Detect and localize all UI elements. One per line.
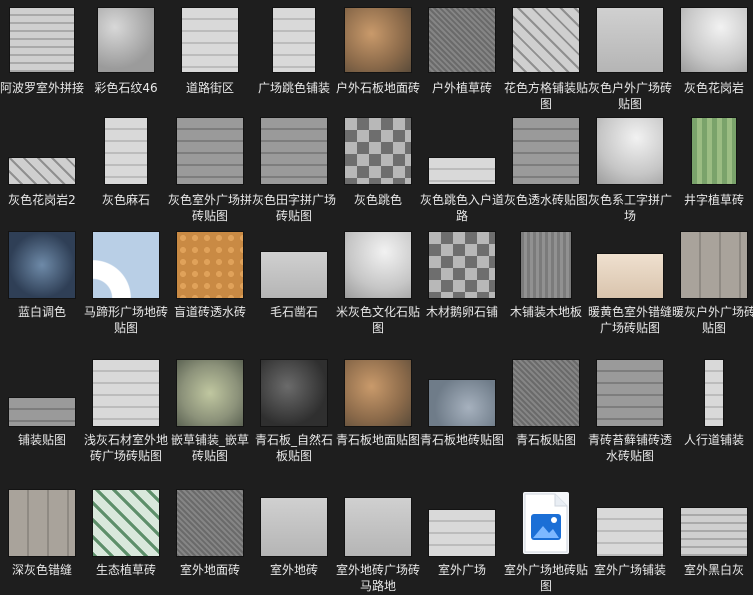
file-label: 灰色花岗岩 (683, 81, 744, 95)
file-label: 生态植草砖 (95, 563, 156, 577)
texture-thumbnail-icon (9, 232, 75, 298)
file-label: 户外植草砖 (431, 81, 492, 95)
file-label: 灰色户外广场砖贴图 (588, 81, 673, 111)
file-label: 嵌草铺装_嵌草砖贴图 (170, 433, 249, 463)
file-label: 蓝白调色 (17, 305, 66, 319)
texture-thumbnail-icon (345, 8, 411, 72)
file-label: 室外广场 (437, 563, 486, 577)
texture-thumbnail-icon (597, 8, 663, 72)
texture-thumbnail-icon (273, 8, 315, 72)
texture-thumbnail-icon (261, 118, 327, 184)
file-label: 马蹄形广场地砖贴图 (84, 305, 169, 335)
file-label: 室外地砖 (269, 563, 318, 577)
texture-thumbnail-icon (513, 8, 579, 72)
texture-thumbnail-icon (345, 118, 411, 184)
file-label: 青石板_自然石板贴图 (254, 433, 333, 463)
texture-thumbnail-icon (93, 232, 159, 298)
texture-thumbnail-icon (177, 118, 243, 184)
texture-thumbnail-icon (177, 490, 243, 556)
image-file-icon (523, 492, 569, 554)
texture-thumbnail-icon (681, 232, 747, 298)
file-label: 井字植草砖 (683, 193, 744, 207)
file-label: 浅灰石材室外地砖广场砖贴图 (84, 433, 169, 463)
file-grid: 阿波罗室外拼接 彩色石纹46 道路街区 广场跳色铺装 户外石板地面砖 户外植草砖… (0, 0, 753, 595)
texture-thumbnail-icon (93, 490, 159, 556)
texture-thumbnail-icon (597, 360, 663, 426)
texture-thumbnail-icon (9, 490, 75, 556)
file-label: 米灰色文化石贴图 (336, 305, 421, 335)
file-label: 铺装贴图 (17, 433, 66, 447)
texture-thumbnail-icon (98, 8, 154, 72)
file-label: 人行道铺装 (683, 433, 744, 447)
texture-thumbnail-icon (597, 508, 663, 556)
file-label: 青石板贴图 (515, 433, 576, 447)
texture-thumbnail-icon (513, 360, 579, 426)
file-label: 室外黑白灰 (683, 563, 744, 577)
file-label: 阿波罗室外拼接 (0, 81, 85, 95)
texture-thumbnail-icon (705, 360, 723, 426)
texture-thumbnail-icon (261, 252, 327, 298)
texture-thumbnail-icon (429, 158, 495, 184)
texture-thumbnail-icon (521, 232, 571, 298)
file-label: 木材鹅卵石铺 (425, 305, 498, 319)
file-label: 青石板地面贴图 (336, 433, 421, 447)
texture-thumbnail-icon (429, 232, 495, 298)
file-label: 室外广场铺装 (593, 563, 666, 577)
file-label: 毛石凿石 (269, 305, 318, 319)
texture-thumbnail-icon (9, 158, 75, 184)
texture-thumbnail-icon (597, 118, 663, 184)
texture-thumbnail-icon (513, 118, 579, 184)
file-label: 暖黄色室外错缝广场砖贴图 (588, 305, 673, 335)
texture-thumbnail-icon (9, 398, 75, 426)
file-label: 花色方格铺装贴图 (504, 81, 589, 111)
texture-thumbnail-icon (261, 498, 327, 556)
texture-thumbnail-icon (429, 510, 495, 556)
texture-thumbnail-icon (261, 360, 327, 426)
file-label: 青石板地砖贴图 (420, 433, 505, 447)
file-label: 暖灰户外广场砖贴图 (672, 305, 753, 335)
texture-thumbnail-icon (692, 118, 736, 184)
file-label: 广场跳色铺装 (257, 81, 330, 95)
file-label: 灰色跳色入户道路 (420, 193, 505, 223)
file-label: 室外地面砖 (179, 563, 240, 577)
texture-thumbnail-icon (93, 360, 159, 426)
file-label: 灰色跳色 (353, 193, 402, 207)
texture-thumbnail-icon (177, 360, 243, 426)
texture-thumbnail-icon (345, 498, 411, 556)
texture-thumbnail-icon (10, 8, 74, 72)
texture-thumbnail-icon (177, 232, 243, 298)
file-label: 户外石板地面砖 (336, 81, 421, 95)
texture-thumbnail-icon (345, 232, 411, 298)
texture-thumbnail-icon (182, 8, 238, 72)
file-label: 道路街区 (185, 81, 234, 95)
texture-thumbnail-icon (681, 8, 747, 72)
file-label: 青砖苔藓铺砖透水砖贴图 (588, 433, 673, 463)
texture-thumbnail-icon (597, 254, 663, 298)
file-label: 盲道砖透水砖 (173, 305, 246, 319)
file-label: 灰色花岗岩2 (8, 193, 76, 207)
file-label: 室外广场地砖贴图 (504, 563, 589, 593)
file-label: 彩色石纹46 (94, 81, 158, 95)
file-label: 灰色麻石 (101, 193, 150, 207)
texture-thumbnail-icon (345, 360, 411, 426)
file-label: 木铺装木地板 (509, 305, 582, 319)
texture-thumbnail-icon (681, 508, 747, 556)
texture-thumbnail-icon (429, 380, 495, 426)
file-label: 灰色系工字拼广场 (588, 193, 673, 223)
file-label: 灰色田字拼广场砖贴图 (252, 193, 337, 223)
file-label: 灰色室外广场拼砖贴图 (168, 193, 253, 223)
texture-thumbnail-icon (429, 8, 495, 72)
file-label: 室外地砖广场砖马路地 (336, 563, 421, 593)
file-label: 灰色透水砖贴图 (504, 193, 589, 207)
file-label: 深灰色错缝 (11, 563, 72, 577)
texture-thumbnail-icon (105, 118, 147, 184)
